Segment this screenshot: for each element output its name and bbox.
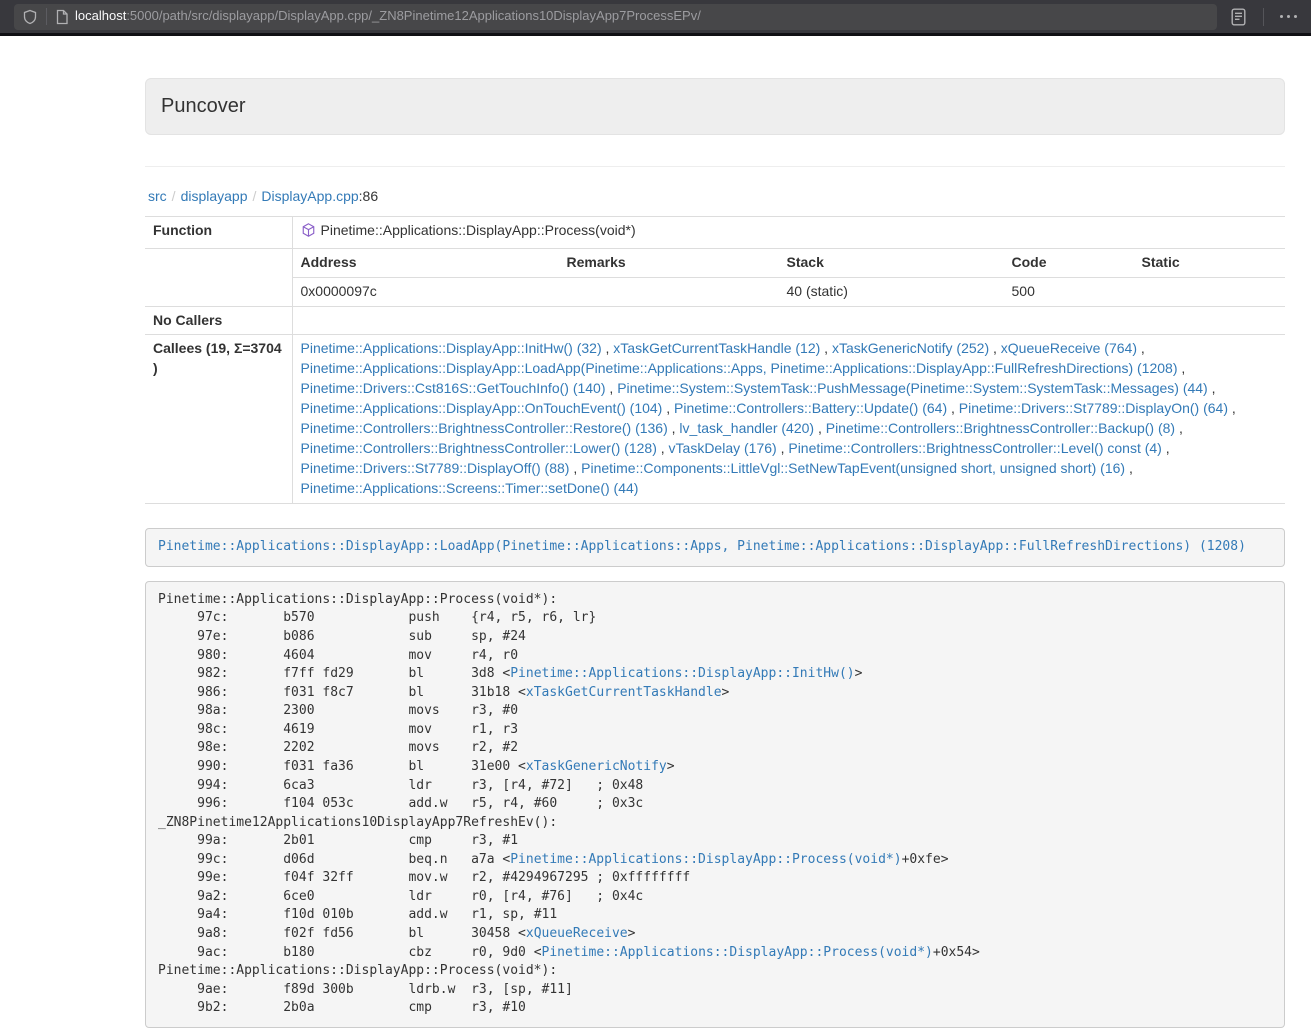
urlbar-separator xyxy=(46,8,47,25)
callee-link[interactable]: Pinetime::Controllers::BrightnessControl… xyxy=(788,440,1161,456)
callee-link[interactable]: vTaskDelay (176) xyxy=(669,440,777,456)
breadcrumb-separator: / xyxy=(248,188,262,204)
symbol-table: Function Pinetime::Applications::Display… xyxy=(145,216,1285,505)
value-static xyxy=(1134,277,1286,305)
function-name: Pinetime::Applications::DisplayApp::Proc… xyxy=(321,222,636,238)
asm-symbol-link[interactable]: Pinetime::Applications::DisplayApp::Proc… xyxy=(542,945,933,960)
asm-symbol-link[interactable]: xTaskGetCurrentTaskHandle xyxy=(526,685,722,700)
detail-value-row: 0x0000097c 40 (static) 500 xyxy=(293,277,1286,305)
callees-row: Callees (19, Σ=3704 ) Pinetime::Applicat… xyxy=(145,335,1285,504)
callee-link[interactable]: Pinetime::Applications::DisplayApp::Load… xyxy=(301,360,1178,376)
url-host: localhost xyxy=(75,8,126,23)
callee-link[interactable]: Pinetime::Components::LittleVgl::SetNewT… xyxy=(581,460,1125,476)
callee-link[interactable]: xQueueReceive (764) xyxy=(1001,340,1137,356)
function-row-label: Function xyxy=(145,216,292,248)
disassembly-block: Pinetime::Applications::DisplayApp::Proc… xyxy=(145,581,1285,1028)
callee-link[interactable]: lv_task_handler (420) xyxy=(679,420,814,436)
col-static: Static xyxy=(1134,249,1286,277)
callers-row: No Callers xyxy=(145,306,1285,335)
breadcrumb-link-displayapp[interactable]: displayapp xyxy=(181,188,248,204)
page-icon[interactable] xyxy=(55,9,69,25)
toolbar-separator xyxy=(1263,8,1264,26)
callers-label: No Callers xyxy=(145,306,292,335)
tracking-shield-icon[interactable] xyxy=(22,9,38,25)
callee-link[interactable]: Pinetime::Controllers::BrightnessControl… xyxy=(301,440,657,456)
breadcrumb: src/displayapp/DisplayApp.cpp:86 xyxy=(148,187,1285,207)
breadcrumb-link-src[interactable]: src xyxy=(148,188,167,204)
breadcrumb-line-number: :86 xyxy=(359,188,378,204)
callee-link[interactable]: Pinetime::Controllers::Battery::Update()… xyxy=(674,400,947,416)
url-text: localhost:5000/path/src/displayapp/Displ… xyxy=(75,7,701,26)
value-address: 0x0000097c xyxy=(293,277,559,305)
callee-link[interactable]: Pinetime::Drivers::Cst816S::GetTouchInfo… xyxy=(301,380,606,396)
url-bar[interactable]: localhost:5000/path/src/displayapp/Displ… xyxy=(14,4,1217,30)
function-row: Function Pinetime::Applications::Display… xyxy=(145,216,1285,248)
value-code: 500 xyxy=(1004,277,1134,305)
callee-link[interactable]: Pinetime::System::SystemTask::PushMessag… xyxy=(617,380,1208,396)
function-detail-row: Address Remarks Stack Code Static 0x0000… xyxy=(145,248,1285,306)
value-stack: 40 (static) xyxy=(779,277,1004,305)
callee-link[interactable]: Pinetime::Applications::DisplayApp::OnTo… xyxy=(301,400,663,416)
breadcrumb-separator: / xyxy=(167,188,181,204)
callee-link[interactable]: Pinetime::Applications::Screens::Timer::… xyxy=(301,480,639,496)
callees-list: Pinetime::Applications::DisplayApp::Init… xyxy=(292,335,1285,504)
callees-label: Callees (19, Σ=3704 ) xyxy=(145,335,292,504)
function-cube-icon xyxy=(301,222,316,244)
page-content: Puncover src/displayapp/DisplayApp.cpp:8… xyxy=(145,78,1285,1028)
reader-mode-icon[interactable] xyxy=(1225,4,1253,30)
col-address: Address xyxy=(293,249,559,277)
breadcrumb-link-file[interactable]: DisplayApp.cpp xyxy=(261,188,358,204)
value-remarks xyxy=(559,277,779,305)
callee-link[interactable]: Pinetime::Drivers::St7789::DisplayOn() (… xyxy=(959,400,1228,416)
asm-symbol-link[interactable]: xTaskGenericNotify xyxy=(526,759,667,774)
window-edge xyxy=(0,33,1311,36)
callee-link[interactable]: Pinetime::Controllers::BrightnessControl… xyxy=(826,420,1175,436)
callee-link[interactable]: Pinetime::Applications::DisplayApp::Init… xyxy=(301,340,602,356)
callee-link[interactable]: xTaskGenericNotify (252) xyxy=(832,340,989,356)
menu-button[interactable] xyxy=(1274,15,1304,19)
page-title: Puncover xyxy=(161,95,246,117)
divider xyxy=(145,166,1285,167)
asm-symbol-link[interactable]: Pinetime::Applications::DisplayApp::Proc… xyxy=(510,852,901,867)
col-remarks: Remarks xyxy=(559,249,779,277)
callee-link[interactable]: Pinetime::Drivers::St7789::DisplayOff() … xyxy=(301,460,570,476)
asm-symbol-link[interactable]: xQueueReceive xyxy=(526,926,628,941)
callee-link[interactable]: Pinetime::Controllers::BrightnessControl… xyxy=(301,420,668,436)
load-app-link[interactable]: Pinetime::Applications::DisplayApp::Load… xyxy=(158,539,1246,554)
highlighted-symbol-box: Pinetime::Applications::DisplayApp::Load… xyxy=(145,528,1285,567)
asm-symbol-link[interactable]: Pinetime::Applications::DisplayApp::Init… xyxy=(510,666,854,681)
browser-toolbar: localhost:5000/path/src/displayapp/Displ… xyxy=(0,0,1311,33)
col-code: Code xyxy=(1004,249,1134,277)
function-detail-table: Address Remarks Stack Code Static 0x0000… xyxy=(293,249,1286,306)
callee-link[interactable]: xTaskGetCurrentTaskHandle (12) xyxy=(613,340,820,356)
url-path: :5000/path/src/displayapp/DisplayApp.cpp… xyxy=(126,8,701,23)
col-stack: Stack xyxy=(779,249,1004,277)
detail-header-row: Address Remarks Stack Code Static xyxy=(293,249,1286,277)
app-header: Puncover xyxy=(145,78,1285,135)
